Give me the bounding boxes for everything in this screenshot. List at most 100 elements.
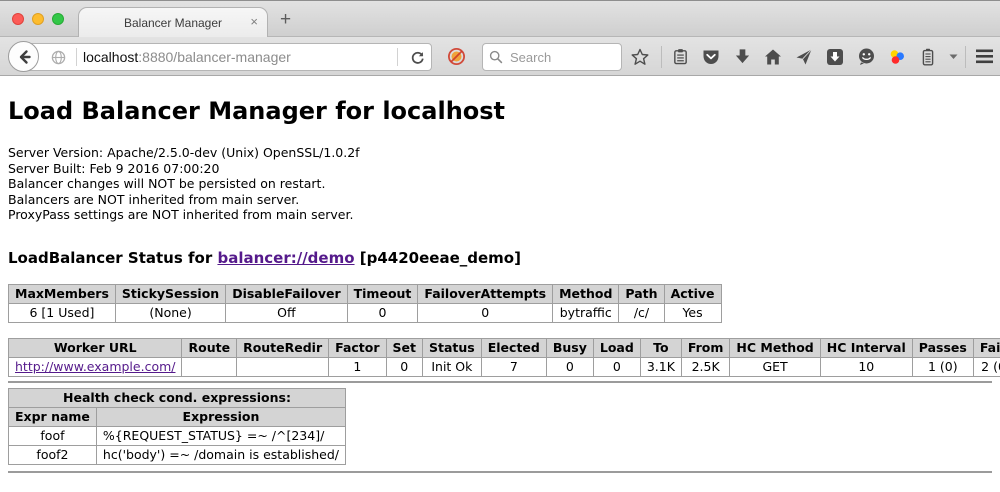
status-heading-prefix: LoadBalancer Status for — [8, 249, 217, 267]
url-domain: localhost — [83, 49, 138, 65]
server-built-line: Server Built: Feb 9 2016 07:00:20 — [8, 161, 992, 177]
minimize-window-button[interactable] — [32, 13, 44, 25]
home-icon[interactable] — [763, 46, 783, 68]
val-elected: 7 — [481, 357, 546, 376]
col-elected: Elected — [481, 338, 546, 357]
tab-balancer-manager[interactable]: Balancer Manager × — [78, 7, 268, 37]
health-table-caption: Health check cond. expressions: — [9, 388, 346, 407]
tab-bar: Balancer Manager × + — [0, 1, 1000, 37]
val-stickysession: (None) — [115, 303, 225, 322]
send-icon[interactable] — [794, 46, 814, 68]
square-download-icon[interactable] — [825, 46, 845, 68]
col-from: From — [681, 338, 730, 357]
col-factor: Factor — [329, 338, 386, 357]
persist-note-line: Balancer changes will NOT be persisted o… — [8, 176, 992, 192]
val-set: 0 — [386, 357, 422, 376]
back-arrow-icon — [16, 49, 32, 65]
balancer-data-row: 6 [1 Used] (None) Off 0 0 bytraffic /c/ … — [9, 303, 722, 322]
val-failoverattempts: 0 — [418, 303, 553, 322]
page-content: Load Balancer Manager for localhost Serv… — [0, 76, 1000, 492]
col-expression: Expression — [96, 407, 345, 426]
col-routeredir: RouteRedir — [237, 338, 329, 357]
val-hc-interval: 10 — [820, 357, 912, 376]
smiley-icon[interactable] — [856, 46, 876, 68]
val-fails: 2 (0) — [973, 357, 1000, 376]
new-tab-button[interactable]: + — [280, 9, 291, 31]
val-expr-name-1: foof — [9, 426, 97, 445]
reload-button[interactable] — [410, 50, 425, 65]
val-disablefailover: Off — [226, 303, 347, 322]
val-factor: 1 — [329, 357, 386, 376]
health-data-row: foof2 hc('body') =~ /domain is establish… — [9, 445, 346, 464]
browser-window: Balancer Manager × + localhost:8880/bala… — [0, 0, 1000, 491]
col-path: Path — [619, 284, 664, 303]
val-expression-2: hc('body') =~ /domain is established/ — [96, 445, 345, 464]
worker-url-link[interactable]: http://www.example.com/ — [15, 359, 175, 374]
tab-title: Balancer Manager — [124, 16, 222, 30]
worker-data-row: http://www.example.com/ 1 0 Init Ok 7 0 … — [9, 357, 1000, 376]
globe-icon[interactable] — [51, 50, 66, 65]
back-button[interactable] — [8, 41, 39, 72]
col-hc-interval: HC Interval — [820, 338, 912, 357]
url-path: :8880/balancer-manager — [138, 49, 291, 65]
status-heading-suffix: [p4420eeae_demo] — [355, 249, 521, 267]
col-status: Status — [423, 338, 482, 357]
battery-icon[interactable] — [918, 46, 938, 68]
col-disablefailover: DisableFailover — [226, 284, 347, 303]
health-data-row: foof %{REQUEST_STATUS} =~ /^[234]/ — [9, 426, 346, 445]
toolbar-separator-2 — [965, 46, 966, 68]
tab-close-icon[interactable]: × — [250, 14, 258, 30]
download-icon[interactable] — [732, 46, 752, 68]
col-fails: Fails — [973, 338, 1000, 357]
val-busy: 0 — [546, 357, 593, 376]
inherit-note-line: Balancers are NOT inherited from main se… — [8, 192, 992, 208]
health-check-table: Health check cond. expressions: Expr nam… — [8, 388, 346, 465]
col-route: Route — [182, 338, 237, 357]
loadbalancer-status-heading: LoadBalancer Status for balancer://demo … — [8, 249, 992, 267]
menu-icon[interactable] — [974, 46, 994, 68]
reading-list-icon[interactable] — [670, 46, 690, 68]
balancer-demo-link[interactable]: balancer://demo — [217, 249, 354, 267]
server-info: Server Version: Apache/2.5.0-dev (Unix) … — [8, 145, 992, 223]
val-expression-1: %{REQUEST_STATUS} =~ /^[234]/ — [96, 426, 345, 445]
health-caption-row: Health check cond. expressions: — [9, 388, 346, 407]
col-load: Load — [593, 338, 640, 357]
pocket-icon[interactable] — [701, 46, 721, 68]
bottom-rule — [8, 471, 992, 473]
val-hc-method: GET — [730, 357, 820, 376]
search-bar[interactable] — [482, 43, 622, 71]
col-active: Active — [664, 284, 721, 303]
balancer-settings-table: MaxMembers StickySession DisableFailover… — [8, 284, 722, 323]
server-version-line: Server Version: Apache/2.5.0-dev (Unix) … — [8, 145, 992, 161]
col-method: Method — [553, 284, 619, 303]
val-maxmembers: 6 [1 Used] — [9, 303, 116, 322]
search-icon — [489, 50, 503, 64]
val-timeout: 0 — [347, 303, 418, 322]
navigation-toolbar: localhost:8880/balancer-manager — [0, 37, 1000, 76]
url-bar[interactable]: localhost:8880/balancer-manager — [22, 43, 432, 71]
col-worker-url: Worker URL — [9, 338, 182, 357]
colored-dots-icon[interactable] — [887, 46, 907, 68]
val-path: /c/ — [619, 303, 664, 322]
val-routeredir — [237, 357, 329, 376]
val-method: bytraffic — [553, 303, 619, 322]
balancer-header-row: MaxMembers StickySession DisableFailover… — [9, 284, 722, 303]
zoom-window-button[interactable] — [52, 13, 64, 25]
worker-header-row: Worker URL Route RouteRedir Factor Set S… — [9, 338, 1000, 357]
bookmark-star-icon[interactable] — [630, 46, 650, 68]
val-passes: 1 (0) — [912, 357, 973, 376]
block-status-icon[interactable] — [447, 47, 466, 66]
close-window-button[interactable] — [12, 13, 24, 25]
caret-down-icon[interactable] — [949, 54, 959, 60]
col-to: To — [640, 338, 681, 357]
val-to: 3.1K — [640, 357, 681, 376]
val-expr-name-2: foof2 — [9, 445, 97, 464]
col-stickysession: StickySession — [115, 284, 225, 303]
proxypass-note-line: ProxyPass settings are NOT inherited fro… — [8, 207, 992, 223]
search-input[interactable] — [508, 49, 615, 66]
url-text[interactable]: localhost:8880/balancer-manager — [83, 49, 391, 65]
val-active: Yes — [664, 303, 721, 322]
col-timeout: Timeout — [347, 284, 418, 303]
val-from: 2.5K — [681, 357, 730, 376]
col-expr-name: Expr name — [9, 407, 97, 426]
